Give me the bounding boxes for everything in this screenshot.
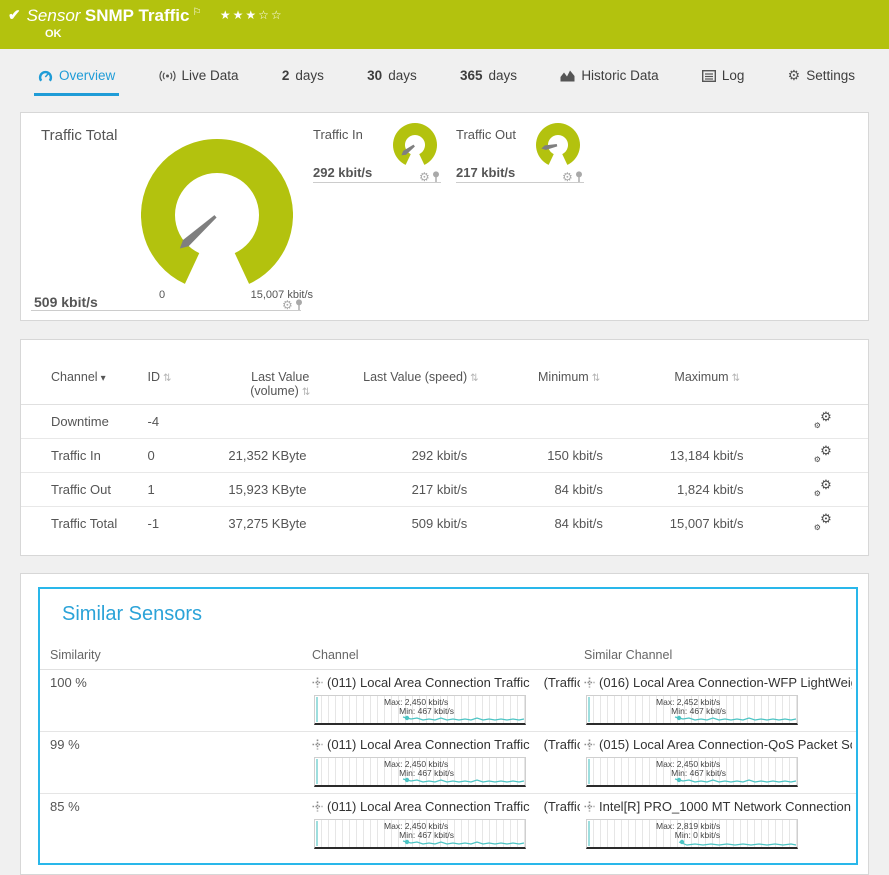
tab-log[interactable]: Log	[698, 58, 749, 96]
sensor-title: SNMP Traffic	[85, 6, 190, 25]
col-header-similarity: Similarity	[40, 642, 312, 670]
similarity-value: 100 %	[40, 670, 312, 732]
gauge-needle	[177, 213, 218, 251]
move-icon[interactable]	[312, 739, 323, 750]
sparkline: Max: 2,450 kbit/s Min: 467 kbit/s	[314, 819, 526, 849]
col-header-similar-channel: Similar Channel	[584, 642, 856, 670]
sparkline: Max: 2,450 kbit/s Min: 467 kbit/s	[586, 757, 798, 787]
edit-channel-gears-icon[interactable]: ⚙⚙	[814, 412, 832, 428]
sensor-status-bar: ✔ Sensor SNMP Traffic⚐ ★★★☆☆ OK	[0, 0, 889, 49]
tab-2-days[interactable]: 2days	[278, 58, 328, 96]
channel-link[interactable]: (015) Local Area Connection-QoS Packet S…	[599, 737, 852, 752]
tab-historic-data[interactable]: Historic Data	[556, 58, 662, 96]
gauge-icon	[38, 69, 53, 83]
channel-link[interactable]: (016) Local Area Connection-WFP LightWei…	[599, 675, 852, 690]
sparkline-trace	[315, 836, 525, 848]
similar-sensors-title: Similar Sensors	[40, 603, 856, 626]
col-header-id[interactable]: ID⇅	[140, 364, 220, 405]
similar-row: 100 % (011) Local Area Connection Traffi…	[40, 670, 856, 732]
gauge-total-title: Traffic Total	[41, 127, 117, 144]
col-header-minimum[interactable]: Minimum⇅	[501, 364, 637, 405]
channel-link[interactable]: (011) Local Area Connection Traffic	[327, 799, 530, 814]
sort-icon: ⇅	[592, 373, 600, 384]
sparkline-trace	[315, 712, 525, 724]
channel-name: Downtime	[21, 405, 140, 439]
sensor-status-text: OK	[45, 28, 62, 40]
move-icon[interactable]	[584, 801, 595, 812]
log-icon	[702, 70, 716, 82]
sparkline: Max: 2,819 kbit/s Min: 0 kbit/s	[586, 819, 798, 849]
similarity-value: 85 %	[40, 794, 312, 856]
similar-sensors-box: Similar Sensors Similarity Channel Simil…	[38, 587, 858, 865]
move-icon[interactable]	[584, 677, 595, 688]
historic-chart-icon	[560, 69, 575, 82]
gauge-in-title: Traffic In	[313, 127, 363, 142]
sort-icon: ⇅	[163, 373, 171, 384]
sparkline: Max: 2,452 kbit/s Min: 467 kbit/s	[586, 695, 798, 725]
tab-settings[interactable]: ⚙ Settings	[784, 58, 859, 96]
tab-live-data[interactable]: Live Data	[155, 58, 243, 96]
similar-row: 85 % (011) Local Area Connection Traffic…	[40, 794, 856, 856]
tab-bar: Overview Live Data 2days 30days 365days …	[0, 58, 889, 106]
sort-icon: ⇅	[732, 373, 740, 384]
channel-name: Traffic In	[21, 439, 140, 473]
gauge-out-title: Traffic Out	[456, 127, 516, 142]
table-row: Traffic In 0 21,352 KByte 292 kbit/s 150…	[21, 439, 868, 473]
tab-365-days[interactable]: 365days	[456, 58, 521, 96]
move-icon[interactable]	[312, 677, 323, 688]
tab-overview[interactable]: Overview	[34, 58, 119, 96]
sparkline: Max: 2,450 kbit/s Min: 467 kbit/s	[314, 757, 526, 787]
channel-name: Traffic Out	[21, 473, 140, 507]
sort-down-icon: ▾	[101, 373, 106, 384]
sparkline-trace	[587, 774, 797, 786]
live-data-icon	[159, 70, 176, 82]
col-header-last-value-volume[interactable]: Last Value (volume)⇅	[220, 364, 341, 405]
sparkline: Max: 2,450 kbit/s Min: 467 kbit/s	[314, 695, 526, 725]
move-icon[interactable]	[584, 739, 595, 750]
channel-link[interactable]: Intel[R] PRO_1000 MT Network Connection	[599, 799, 851, 814]
settings-gear-icon: ⚙	[788, 67, 801, 84]
table-row: Traffic Out 1 15,923 KByte 217 kbit/s 84…	[21, 473, 868, 507]
gauges-panel: Traffic Total 0 15,007 kbit/s 509 kbit/s…	[20, 112, 869, 321]
tab-30-days[interactable]: 30days	[363, 58, 421, 96]
table-row: Traffic Total -1 37,275 KByte 509 kbit/s…	[21, 507, 868, 541]
channels-panel: Channel▾ ID⇅ Last Value (volume)⇅ Last V…	[20, 339, 869, 556]
col-header-channel[interactable]: Channel▾	[21, 364, 140, 405]
similar-sensors-panel: Similar Sensors Similarity Channel Simil…	[20, 573, 869, 875]
traffic-total-gauge	[141, 139, 293, 291]
sparkline-trace	[315, 774, 525, 786]
col-header-maximum[interactable]: Maximum⇅	[637, 364, 778, 405]
edit-channel-gears-icon[interactable]: ⚙⚙	[814, 514, 832, 530]
sort-icon: ⇅	[470, 373, 478, 384]
sparkline-trace	[587, 836, 797, 848]
priority-stars[interactable]: ★★★☆☆	[220, 8, 284, 22]
similarity-value: 99 %	[40, 732, 312, 794]
move-icon[interactable]	[312, 801, 323, 812]
channel-name: Traffic Total	[21, 507, 140, 541]
col-header-last-value-speed[interactable]: Last Value (speed)⇅	[340, 364, 501, 405]
edit-channel-gears-icon[interactable]: ⚙⚙	[814, 446, 832, 462]
sparkline-trace	[587, 712, 797, 724]
channel-link[interactable]: (011) Local Area Connection Traffic	[327, 675, 530, 690]
channel-link[interactable]: (011) Local Area Connection Traffic	[327, 737, 530, 752]
similar-sensors-table: Similarity Channel Similar Channel 100 %…	[40, 642, 856, 855]
channels-table: Channel▾ ID⇅ Last Value (volume)⇅ Last V…	[21, 364, 868, 540]
col-header-channel: Channel	[312, 642, 584, 670]
sort-icon: ⇅	[302, 387, 310, 398]
similar-row: 99 % (011) Local Area Connection Traffic…	[40, 732, 856, 794]
flag-icon[interactable]: ⚐	[192, 7, 201, 18]
edit-channel-gears-icon[interactable]: ⚙⚙	[814, 480, 832, 496]
object-kind-label: Sensor	[27, 6, 81, 25]
gauge-total-underline	[31, 291, 301, 311]
ok-check-icon: ✔	[8, 7, 21, 24]
table-row: Downtime -4 ⚙⚙	[21, 405, 868, 439]
